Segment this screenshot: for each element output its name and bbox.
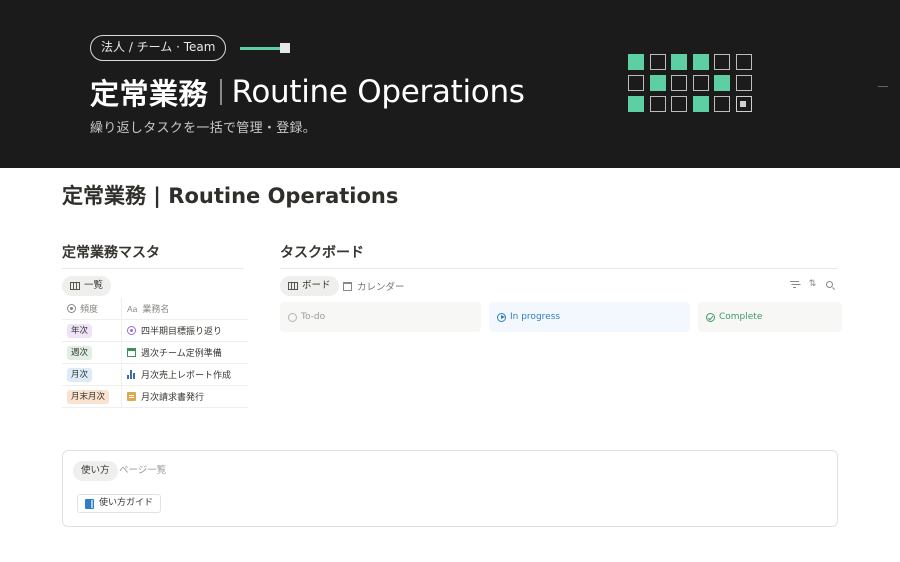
grid-cell-off (714, 96, 730, 112)
board-view-label: ボード (302, 280, 331, 291)
column-complete-label: Complete (719, 312, 763, 322)
header-name-label: 業務名 (142, 305, 170, 315)
calendar-icon (343, 281, 352, 291)
status-in-progress-icon (497, 312, 506, 322)
frequency-tag: 週次 (67, 345, 93, 360)
board-column-complete[interactable]: Complete (698, 302, 842, 332)
board-view-tab-calendar[interactable]: カレンダー (343, 279, 405, 293)
target-icon (127, 326, 136, 335)
grid-cell-off (671, 75, 687, 91)
task-name[interactable]: 月次請求書発行 (141, 390, 204, 403)
tab-page-list[interactable]: ページ一覧 (119, 461, 166, 481)
table-row[interactable]: 週次 週次チーム定例準備 (62, 342, 248, 364)
task-name[interactable]: 四半期目標振り返り (141, 324, 222, 337)
table-icon (70, 282, 80, 290)
master-heading: 定常業務マスタ (62, 245, 160, 261)
cover-tag: 法人 / チーム · Team (90, 35, 227, 61)
grid-cell-on (671, 54, 687, 70)
board-column-todo[interactable]: To-do (280, 302, 481, 332)
grid-cell-off (735, 75, 752, 91)
grid-cell-on (692, 96, 709, 112)
grid-cell-off (714, 54, 730, 70)
grid-cell-off (628, 75, 644, 91)
cover-banner: 法人 / チーム · Team 定常業務 Routine Operations … (0, 0, 900, 168)
table-row[interactable]: 月次 月次売上レポート作成 (62, 364, 248, 386)
grid-cell-on (714, 75, 730, 91)
calendar-icon (127, 348, 136, 357)
slider-track (240, 47, 282, 50)
column-todo-label: To-do (301, 312, 326, 322)
frequency-tag: 月次 (67, 367, 93, 382)
grid-cell-off (671, 96, 687, 112)
grid-cell-on (628, 96, 644, 112)
grid-cell-off (692, 75, 709, 91)
board-toolbar: ⇅ (790, 280, 833, 289)
cover-subtitle: 繰り返しタスクを一括で管理・登録。 (90, 121, 317, 136)
board-icon (288, 282, 298, 290)
board-divider (280, 268, 838, 269)
header-frequency[interactable]: 頻度 (62, 298, 122, 319)
cover-slider-decoration (240, 42, 290, 54)
frequency-tag: 年次 (67, 323, 93, 338)
usage-guide-button[interactable]: 使い方ガイド (77, 494, 162, 513)
invoice-icon (127, 392, 136, 401)
table-row[interactable]: 年次 四半期目標振り返り (62, 320, 248, 342)
grid-cell-on (692, 54, 709, 70)
table-row[interactable]: 月末月次 月次請求書発行 (62, 386, 248, 408)
cover-dash (878, 86, 888, 87)
table-header-row: 頻度 Aa 業務名 (62, 298, 248, 320)
grid-cell-off (649, 54, 666, 70)
column-in-progress-label: In progress (510, 312, 561, 322)
grid-cell-target (735, 96, 752, 112)
usage-guide-label: 使い方ガイド (99, 498, 154, 508)
usage-panel: 使い方 ページ一覧 使い方ガイド (62, 450, 838, 527)
bar-chart-icon (127, 370, 136, 379)
sort-icon[interactable]: ⇅ (808, 280, 817, 289)
cover-title-divider (220, 79, 222, 105)
board-column-in-progress[interactable]: In progress (489, 302, 690, 332)
cover-title-jp: 定常業務 (90, 77, 209, 111)
master-divider (62, 268, 244, 269)
master-view-tab-list[interactable]: 一覧 (62, 276, 112, 296)
book-icon (85, 498, 94, 509)
grid-cell-off (735, 54, 752, 70)
frequency-tag: 月末月次 (67, 389, 110, 404)
search-icon[interactable] (826, 281, 833, 288)
calendar-view-label: カレンダー (357, 282, 405, 293)
task-name[interactable]: 月次売上レポート作成 (141, 368, 231, 381)
slider-knob (280, 43, 290, 53)
header-name[interactable]: Aa 業務名 (122, 302, 170, 316)
grid-cell-off (649, 96, 666, 112)
grid-cell-on (649, 75, 666, 91)
cover-grid-graphic (628, 54, 754, 116)
cover-title: 定常業務 Routine Operations (90, 70, 525, 114)
master-view-label: 一覧 (84, 280, 104, 291)
task-name[interactable]: 週次チーム定例準備 (141, 346, 222, 359)
status-todo-icon (288, 312, 297, 322)
page-title: 定常業務 | Routine Operations (62, 184, 399, 208)
cover-title-en: Routine Operations (231, 74, 525, 110)
filter-icon[interactable] (790, 280, 799, 289)
tab-usage[interactable]: 使い方 (73, 461, 118, 481)
select-property-icon (67, 304, 76, 313)
header-frequency-label: 頻度 (80, 305, 99, 315)
master-table: 頻度 Aa 業務名 年次 四半期目標振り返り 週次 週次チーム定例準備 月次 月… (62, 298, 248, 408)
grid-cell-on (628, 54, 644, 70)
text-property-icon: Aa (127, 303, 138, 314)
board-heading: タスクボード (280, 245, 364, 261)
board-view-tab-board[interactable]: ボード (280, 276, 339, 296)
status-complete-icon (706, 312, 715, 322)
